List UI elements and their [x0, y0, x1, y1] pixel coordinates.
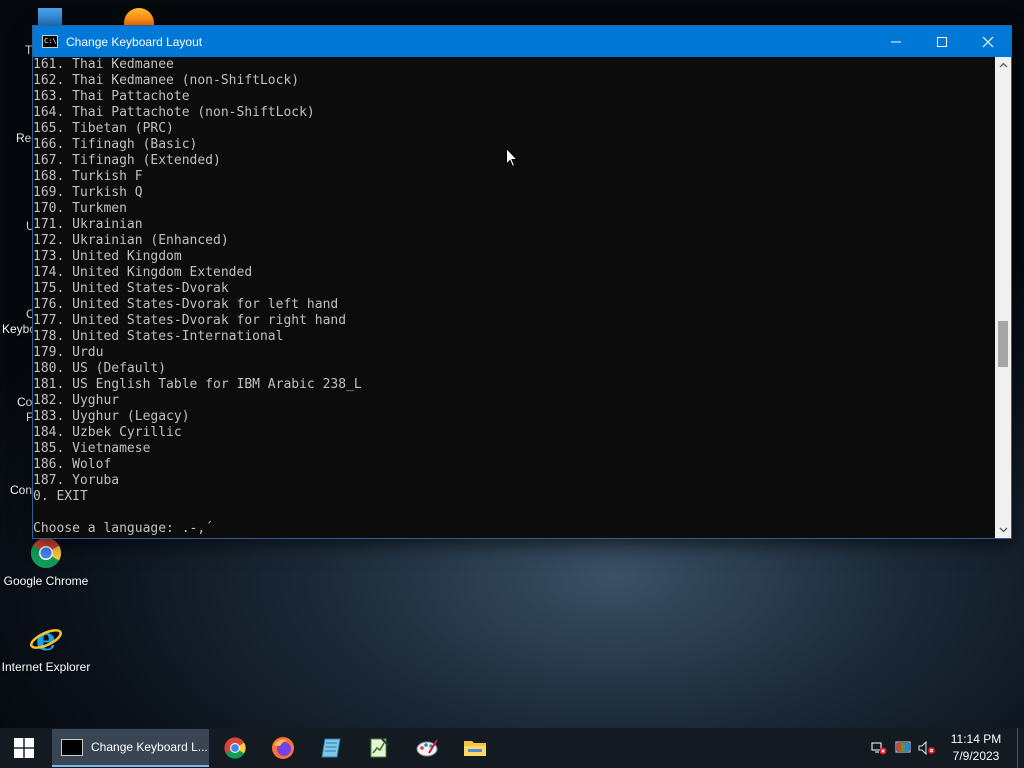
console-output[interactable]: 161. Thai Kedmanee 162. Thai Kedmanee (no…: [33, 57, 995, 538]
clock-time: 11:14 PM: [950, 732, 1002, 746]
console-taskbar-icon: [61, 738, 83, 756]
minimize-button[interactable]: [873, 26, 919, 57]
console-line: 175. United States-Dvorak: [33, 281, 229, 296]
console-line: 165. Tibetan (PRC): [33, 121, 174, 136]
taskbar-pin-firefox[interactable]: [259, 728, 307, 768]
console-line: 0. EXIT: [33, 489, 88, 504]
folder-icon: [464, 741, 486, 756]
console-line: 186. Wolof: [33, 457, 112, 472]
window-titlebar[interactable]: C:\ Change Keyboard Layout: [33, 26, 1011, 57]
taskbar-pin-paint[interactable]: [403, 728, 451, 768]
chart-document-icon: [370, 738, 389, 758]
system-tray: 11:14 PM 7/9/2023: [867, 728, 1024, 768]
volume-muted-icon: [918, 741, 935, 755]
desktop-icon-google-chrome[interactable]: Google Chrome: [0, 536, 92, 588]
console-line: 179. Urdu: [33, 345, 104, 360]
console-line: 181. US English Table for IBM Arabic 238…: [33, 377, 362, 392]
console-line: 174. United Kingdom Extended: [33, 265, 253, 280]
console-line: Choose a language: .-,´: [33, 521, 214, 536]
taskbar-item-change-keyboard-layout[interactable]: Change Keyboard L...: [52, 729, 209, 767]
mouse-pointer-icon: [506, 148, 518, 168]
clock-date: 7/9/2023: [952, 749, 1000, 763]
close-button[interactable]: [965, 26, 1011, 57]
desktop-icon-firefox-partial[interactable]: [124, 8, 154, 28]
minimize-icon: [891, 41, 901, 42]
vertical-scrollbar[interactable]: [995, 57, 1011, 538]
console-line: 182. Uyghur: [33, 393, 120, 408]
console-line: 164. Thai Pattachote (non-ShiftLock): [33, 105, 315, 120]
desktop-icon-label: Internet Explorer: [1, 660, 91, 674]
firefox-icon: [272, 737, 294, 759]
console-line: 176. United States-Dvorak for left hand: [33, 297, 339, 312]
network-disconnected-icon: [871, 742, 887, 755]
chevron-up-icon: [999, 62, 1007, 68]
console-window[interactable]: C:\ Change Keyboard Layout 161. Thai Ked…: [33, 26, 1011, 538]
console-line: 161. Thai Kedmanee: [33, 57, 174, 72]
paint-palette-icon: [416, 739, 438, 757]
taskbar-pin-chart-editor[interactable]: [355, 728, 403, 768]
console-line: 162. Thai Kedmanee (non-ShiftLock): [33, 73, 300, 88]
console-line: 169. Turkish Q: [33, 185, 143, 200]
console-line: 184. Uzbek Cyrillic: [33, 425, 182, 440]
scroll-down-button[interactable]: [995, 522, 1011, 538]
console-line: 173. United Kingdom: [33, 249, 182, 264]
desktop-icon-internet-explorer[interactable]: e Internet Explorer: [0, 620, 92, 674]
taskbar-pin-file-explorer[interactable]: [451, 728, 499, 768]
start-button[interactable]: [0, 728, 48, 768]
tray-volume-icon[interactable]: [915, 728, 939, 768]
taskbar-pin-chrome[interactable]: [211, 728, 259, 768]
partial-label-8: Con: [10, 483, 33, 497]
desktop-icon-label: Google Chrome: [3, 574, 89, 588]
svg-text:e: e: [36, 622, 56, 656]
taskbar-clock[interactable]: 11:14 PM 7/9/2023: [939, 731, 1013, 765]
console-app-icon: C:\: [42, 35, 58, 48]
internet-explorer-icon: e: [29, 620, 63, 658]
console-line: 178. United States-International: [33, 329, 284, 344]
taskbar: Change Keyboard L... 11:14 PM 7/9/2023: [0, 728, 1024, 768]
color-display-icon: [895, 741, 911, 753]
partial-label-6: Co: [17, 395, 33, 409]
chrome-icon: [29, 536, 63, 570]
maximize-button[interactable]: [919, 26, 965, 57]
console-line: 171. Ukrainian: [33, 217, 143, 232]
console-line: 170. Turkmen: [33, 201, 127, 216]
partial-label-1: T: [25, 43, 33, 57]
scroll-up-button[interactable]: [995, 57, 1011, 73]
show-desktop-button[interactable]: [1017, 728, 1024, 768]
taskbar-item-label: Change Keyboard L...: [91, 740, 208, 754]
console-line: 180. US (Default): [33, 361, 167, 376]
windows-logo-icon: [14, 738, 34, 758]
console-line: 168. Turkish F: [33, 169, 143, 184]
console-line: 183. Uyghur (Legacy): [33, 409, 190, 424]
scroll-thumb[interactable]: [998, 321, 1008, 367]
taskbar-pin-notebook-app[interactable]: [307, 728, 355, 768]
partial-label-5: Keybo: [2, 322, 37, 336]
console-line: 172. Ukrainian (Enhanced): [33, 233, 229, 248]
close-icon: [982, 36, 994, 47]
console-line: 185. Vietnamese: [33, 441, 151, 456]
chevron-down-icon: [999, 527, 1007, 533]
tray-network-icon[interactable]: [867, 728, 891, 768]
maximize-icon: [937, 36, 947, 47]
console-line: 163. Thai Pattachote: [33, 89, 190, 104]
notebook-icon: [321, 738, 341, 758]
console-line: 187. Yoruba: [33, 473, 120, 488]
desktop-icon-top-left[interactable]: [38, 8, 62, 28]
tray-display-icon[interactable]: [891, 728, 915, 768]
chrome-icon: [224, 737, 246, 759]
console-line: 177. United States-Dvorak for right hand: [33, 313, 347, 328]
window-title: Change Keyboard Layout: [66, 34, 203, 49]
